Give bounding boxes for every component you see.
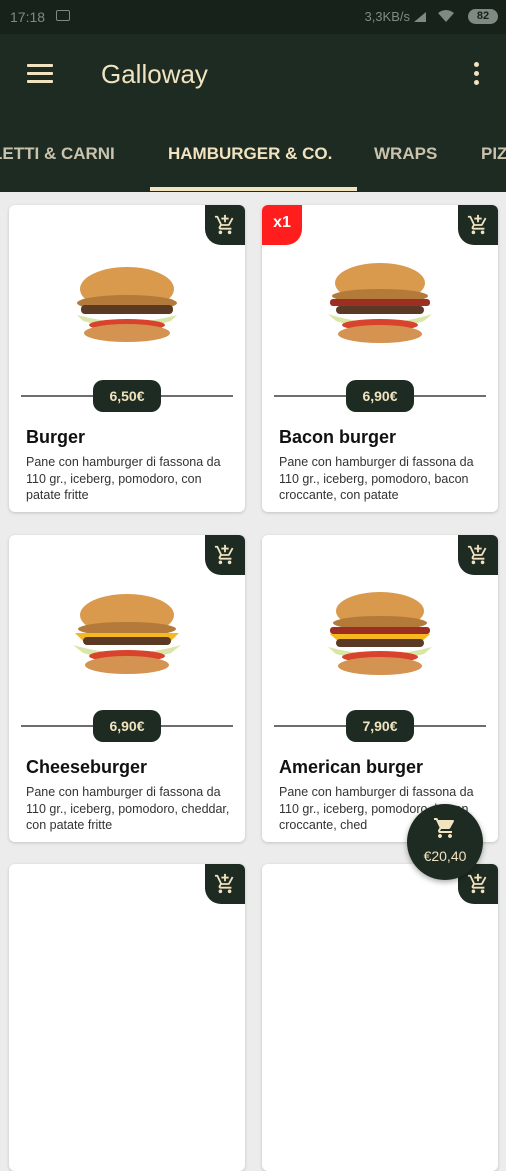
tab-pizza[interactable]: PIZ (481, 116, 506, 192)
tab-letti-carni[interactable]: LETTI & CARNI (0, 116, 115, 192)
status-time: 17:18 (10, 9, 46, 25)
add-to-cart-icon (214, 873, 234, 894)
product-description: Pane con hamburger di fassona da 110 gr.… (279, 455, 474, 502)
tab-hamburger[interactable]: HAMBURGER & CO. (168, 116, 332, 192)
product-card[interactable] (9, 864, 245, 1171)
product-card[interactable]: 6,90€ Cheeseburger Pane con hamburger di… (9, 535, 245, 842)
product-image (328, 263, 432, 343)
product-name: Burger (26, 427, 86, 447)
product-card[interactable] (262, 864, 498, 1171)
product-name: Bacon burger (279, 427, 397, 447)
active-tab-indicator (150, 187, 357, 191)
wifi-icon (438, 10, 454, 22)
add-to-cart-icon (467, 873, 487, 894)
product-card[interactable]: 7,90€ American burger Pane con hamburger… (262, 535, 498, 842)
menu-icon[interactable] (27, 64, 53, 84)
add-to-cart-icon (467, 214, 487, 235)
price-badge: 6,90€ (346, 380, 414, 412)
add-to-cart-button[interactable] (205, 864, 245, 904)
app-bar: Galloway LETTI & CARNI HAMBURGER & CO. W… (0, 34, 506, 192)
battery-level: 82 (468, 9, 498, 24)
tab-wraps[interactable]: WRAPS (374, 116, 437, 192)
product-description: Pane con hamburger di fassona da 110 gr.… (26, 455, 221, 502)
page-title: Galloway (101, 59, 208, 89)
cart-button[interactable]: €20,40 (407, 804, 483, 880)
category-tabs: LETTI & CARNI HAMBURGER & CO. WRAPS PIZ (0, 116, 506, 192)
product-image (73, 594, 181, 674)
more-vert-icon[interactable] (472, 62, 480, 88)
product-card[interactable]: x1 6,90€ Bacon burger Pane con hamburger… (262, 205, 498, 512)
price-badge: 6,90€ (93, 710, 161, 742)
add-to-cart-button[interactable] (458, 535, 498, 575)
add-to-cart-icon (467, 544, 487, 565)
product-card[interactable]: 6,50€ Burger Pane con hamburger di fasso… (9, 205, 245, 512)
product-image (77, 267, 177, 342)
price-badge: 7,90€ (346, 710, 414, 742)
product-name: Cheeseburger (26, 757, 148, 777)
product-description: Pane con hamburger di fassona da 110 gr.… (26, 785, 230, 832)
signal-icon (414, 12, 426, 22)
add-to-cart-button[interactable] (205, 535, 245, 575)
price-badge: 6,50€ (93, 380, 161, 412)
add-to-cart-icon (214, 214, 234, 235)
cart-total: €20,40 (423, 848, 467, 864)
message-icon (56, 10, 70, 21)
add-to-cart-button[interactable] (205, 205, 245, 245)
product-name: American burger (279, 757, 424, 777)
add-to-cart-button[interactable] (458, 205, 498, 245)
status-bar: 17:18 3,3KB/s 82 (0, 0, 506, 34)
cart-icon (434, 818, 455, 838)
product-image (328, 592, 432, 675)
network-speed: 3,3KB/s (364, 9, 410, 24)
add-to-cart-icon (214, 544, 234, 565)
cart-quantity-badge: x1 (262, 205, 302, 245)
